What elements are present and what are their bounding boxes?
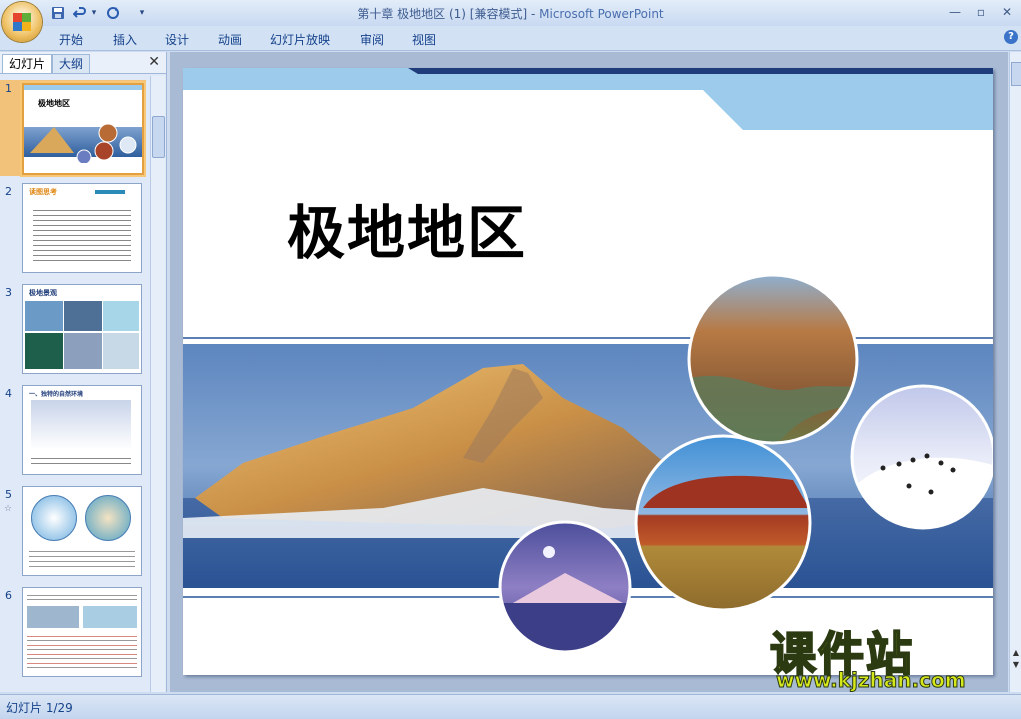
- slide-thumbnail-4[interactable]: 4 一、独特的自然环境: [0, 385, 150, 477]
- slide-thumbnail-3[interactable]: 3 极地景观: [0, 284, 150, 376]
- thumbnail-scrollbar[interactable]: [150, 76, 165, 692]
- tab-view[interactable]: 视图: [412, 31, 436, 48]
- thumbnail-title: 一、独特的自然环境: [29, 391, 84, 398]
- tab-outline[interactable]: 大纲: [52, 54, 91, 73]
- previous-slide-icon[interactable]: ▲: [1011, 648, 1021, 658]
- slide-number: 1: [5, 82, 12, 95]
- thumbnail-title: 极地地区: [38, 99, 70, 108]
- slide-number: 5: [5, 488, 12, 501]
- thumbnail-list: 1 极地地区 2 读图思考 3 极地景观 4 一、独特的自然环境 5 ☆ 6: [0, 76, 150, 692]
- slide-number: 2: [5, 185, 12, 198]
- slide-thumbnail-5[interactable]: 5 ☆: [0, 486, 150, 578]
- slide-title[interactable]: 极地地区: [287, 186, 527, 270]
- tab-design[interactable]: 设计: [165, 31, 189, 48]
- scroll-thumb[interactable]: [1011, 62, 1021, 86]
- slide-thumbnail-1[interactable]: 1 极地地区: [0, 80, 150, 176]
- slide-number: 4: [5, 387, 12, 400]
- tab-home[interactable]: 开始: [59, 31, 83, 48]
- app-name: Microsoft PowerPoint: [539, 7, 664, 21]
- thumbnail-image: [22, 587, 142, 677]
- watermark: 课件站 www.kjzhan.com: [769, 618, 1010, 694]
- slide-canvas[interactable]: 极地地区: [183, 68, 993, 675]
- tab-review[interactable]: 审阅: [360, 31, 384, 48]
- help-icon[interactable]: ?: [1004, 30, 1018, 44]
- close-icon[interactable]: ✕: [148, 54, 160, 70]
- title-bar: 第十章 极地地区 (1) [兼容模式] - Microsoft PowerPoi…: [0, 0, 1021, 26]
- thumbnail-image: 极地景观: [22, 284, 142, 374]
- save-icon[interactable]: [50, 4, 66, 22]
- animation-icon: ☆: [4, 504, 13, 514]
- thumbnail-image: 极地地区: [22, 83, 144, 175]
- slide-number: 3: [5, 286, 12, 299]
- close-icon[interactable]: ✕: [994, 3, 1020, 21]
- pane-tabs: 幻灯片 大纲 ✕: [0, 52, 166, 74]
- undo-dropdown[interactable]: ▾: [89, 4, 99, 22]
- thumbnail-image: [22, 486, 142, 576]
- tab-slides[interactable]: 幻灯片: [2, 54, 53, 73]
- undo-icon[interactable]: [72, 4, 88, 22]
- thumbnail-image: 一、独特的自然环境: [22, 385, 142, 475]
- repeat-icon[interactable]: [104, 4, 122, 22]
- next-slide-icon[interactable]: ▼: [1011, 660, 1021, 670]
- tab-slideshow[interactable]: 幻灯片放映: [270, 31, 330, 48]
- thumbnail-title: 极地景观: [29, 289, 57, 297]
- slide-thumbnail-6[interactable]: 6: [0, 587, 150, 679]
- tab-animations[interactable]: 动画: [218, 31, 242, 48]
- status-bar: 幻灯片 1/29: [0, 694, 1021, 719]
- office-logo-icon: [13, 13, 31, 31]
- maximize-icon[interactable]: ▫: [968, 3, 994, 21]
- ribbon-tabs: 开始 插入 设计 动画 幻灯片放映 审阅 视图 ?: [0, 26, 1021, 51]
- slide-graphics: [183, 68, 993, 654]
- slide-counter: 幻灯片 1/29: [6, 701, 73, 715]
- customize-toolbar-button[interactable]: ▾: [137, 4, 147, 22]
- watermark-url: www.kjzhan.com: [776, 668, 967, 693]
- tab-insert[interactable]: 插入: [113, 31, 137, 48]
- slide-thumbnail-2[interactable]: 2 读图思考: [0, 183, 150, 275]
- minimize-icon[interactable]: —: [942, 3, 968, 21]
- slide-editor: 极地地区: [170, 52, 1008, 692]
- slide-number: 6: [5, 589, 12, 602]
- thumbnail-image: 读图思考: [22, 183, 142, 273]
- thumbnail-title: 读图思考: [29, 188, 57, 196]
- slides-pane: 幻灯片 大纲 ✕ 1 极地地区 2 读图思考 3 极地景观 4 一、独特的自然环…: [0, 52, 167, 692]
- office-button[interactable]: [2, 2, 42, 42]
- window-title: 第十章 极地地区 (1) [兼容模式] - Microsoft PowerPoi…: [357, 7, 664, 21]
- document-title: 第十章 极地地区 (1) [兼容模式]: [357, 7, 528, 21]
- vertical-scrollbar[interactable]: ▲ ▼: [1009, 52, 1021, 692]
